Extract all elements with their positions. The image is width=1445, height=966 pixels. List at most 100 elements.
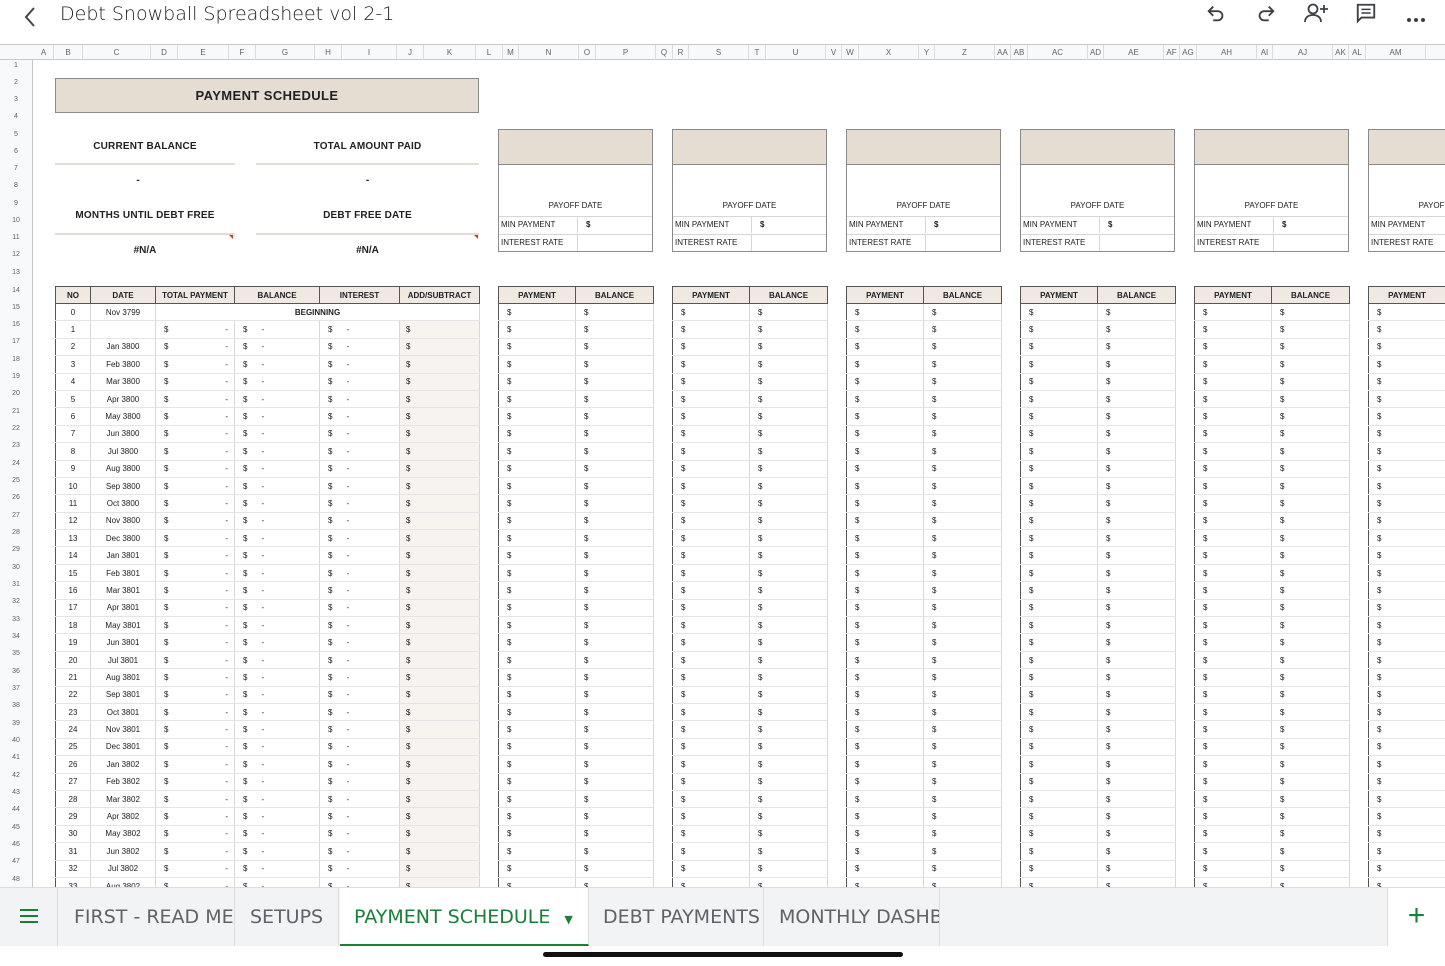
interest-cell[interactable]: $ - [319, 633, 400, 652]
beginning-label[interactable]: BEGINNING [155, 303, 480, 322]
row-date[interactable]: Dec 3801 [90, 738, 156, 757]
payment-cell[interactable]: $ [498, 355, 576, 374]
payment-cell[interactable]: $ [1368, 529, 1445, 548]
payment-cell[interactable]: $ [1194, 860, 1272, 878]
payment-cell[interactable]: $ [846, 373, 924, 391]
balance-cell[interactable]: $ [1271, 320, 1350, 339]
payment-cell[interactable]: $ [498, 633, 576, 652]
balance-cell[interactable]: $ [749, 825, 828, 844]
balance-cell[interactable]: $ [1271, 616, 1350, 635]
undo-button[interactable] [1200, 2, 1232, 32]
payment-cell[interactable]: $ [1194, 599, 1272, 618]
row-header[interactable]: 42 [0, 772, 32, 779]
total-payment-cell[interactable]: $ - [155, 338, 235, 357]
balance-cell[interactable]: $ [749, 703, 828, 722]
row-date[interactable]: Jul 3802 [90, 860, 156, 878]
balance-cell[interactable]: $ [749, 842, 828, 861]
payment-cell[interactable]: $ [1020, 303, 1098, 322]
payment-cell[interactable]: $ [498, 442, 576, 461]
balance-cell[interactable]: $ [749, 755, 828, 774]
payment-cell[interactable]: $ [846, 494, 924, 513]
add-subtract-cell[interactable]: $ [399, 668, 480, 687]
payment-cell[interactable]: $ [1368, 773, 1445, 791]
balance-cell[interactable]: $ - [234, 477, 320, 496]
row-header[interactable]: 5 [0, 131, 32, 138]
payment-cell[interactable]: $ [1368, 633, 1445, 652]
add-subtract-cell[interactable]: $ [399, 686, 480, 704]
row-header[interactable]: 3 [0, 96, 32, 103]
row-header[interactable]: 25 [0, 477, 32, 484]
balance-cell[interactable]: $ [1097, 494, 1176, 513]
column-header[interactable]: Z [935, 45, 995, 60]
row-number[interactable]: 22 [55, 686, 91, 704]
payment-cell[interactable]: $ [1194, 425, 1272, 444]
back-button[interactable] [14, 2, 46, 34]
row-number[interactable]: 32 [55, 860, 91, 878]
payment-cell[interactable]: $ [498, 460, 576, 478]
row-header[interactable]: 7 [0, 165, 32, 172]
row-header[interactable]: 13 [0, 269, 32, 276]
total-payment-cell[interactable]: $ - [155, 773, 235, 791]
balance-cell[interactable]: $ [1097, 512, 1176, 531]
balance-cell[interactable]: $ [575, 755, 654, 774]
interest-cell[interactable]: $ - [319, 442, 400, 461]
row-header[interactable]: 32 [0, 598, 32, 605]
payment-cell[interactable]: $ [1368, 790, 1445, 809]
balance-cell[interactable]: $ [575, 546, 654, 565]
balance-cell[interactable]: $ [923, 320, 1002, 339]
payment-cell[interactable]: $ [1020, 320, 1098, 339]
payment-cell[interactable]: $ [1020, 529, 1098, 548]
balance-cell[interactable]: $ - [234, 720, 320, 739]
row-header[interactable]: 39 [0, 720, 32, 727]
row-date[interactable]: Jun 3801 [90, 633, 156, 652]
payment-cell[interactable]: $ [1020, 686, 1098, 704]
total-payment-cell[interactable]: $ - [155, 703, 235, 722]
column-header[interactable]: I [342, 45, 397, 60]
balance-cell[interactable]: $ [575, 477, 654, 496]
total-payment-cell[interactable]: $ - [155, 720, 235, 739]
interest-cell[interactable]: $ - [319, 807, 400, 826]
row-number[interactable]: 11 [55, 494, 91, 513]
balance-cell[interactable]: $ [923, 651, 1002, 670]
payment-cell[interactable]: $ [1368, 651, 1445, 670]
balance-cell[interactable]: $ - [234, 355, 320, 374]
payment-cell[interactable]: $ [846, 512, 924, 531]
row-date[interactable]: May 3801 [90, 616, 156, 635]
payment-cell[interactable]: $ [1020, 842, 1098, 861]
payment-cell[interactable]: $ [1020, 616, 1098, 635]
payment-cell[interactable]: $ [1194, 407, 1272, 426]
column-header[interactable]: AF [1164, 45, 1180, 60]
balance-cell[interactable]: $ [575, 373, 654, 391]
payment-cell[interactable]: $ [1020, 338, 1098, 357]
total-payment-cell[interactable]: $ - [155, 581, 235, 600]
payment-cell[interactable]: $ [672, 320, 750, 339]
column-header[interactable]: K [424, 45, 476, 60]
payment-cell[interactable]: $ [1020, 512, 1098, 531]
balance-cell[interactable]: $ [1097, 755, 1176, 774]
balance-cell[interactable]: $ [1271, 494, 1350, 513]
payment-cell[interactable]: $ [498, 651, 576, 670]
balance-cell[interactable]: $ [749, 773, 828, 791]
row-number[interactable]: 17 [55, 599, 91, 618]
total-payment-cell[interactable]: $ - [155, 686, 235, 704]
total-payment-cell[interactable]: $ - [155, 842, 235, 861]
balance-cell[interactable]: $ [923, 442, 1002, 461]
row-header[interactable]: 20 [0, 390, 32, 397]
balance-cell[interactable]: $ [575, 773, 654, 791]
balance-cell[interactable]: $ [575, 338, 654, 357]
row-number[interactable]: 28 [55, 790, 91, 809]
payment-cell[interactable]: $ [1194, 633, 1272, 652]
total-payment-cell[interactable]: $ - [155, 425, 235, 444]
payment-cell[interactable]: $ [1368, 616, 1445, 635]
row-date[interactable]: Jul 3800 [90, 442, 156, 461]
payment-cell[interactable]: $ [1194, 773, 1272, 791]
payment-cell[interactable]: $ [1020, 825, 1098, 844]
total-payment-cell[interactable]: $ - [155, 633, 235, 652]
payment-cell[interactable]: $ [1194, 373, 1272, 391]
column-header[interactable]: AC [1028, 45, 1088, 60]
payment-cell[interactable]: $ [498, 825, 576, 844]
row-date[interactable]: Jan 3801 [90, 546, 156, 565]
balance-cell[interactable]: $ [1271, 442, 1350, 461]
total-payment-cell[interactable]: $ - [155, 546, 235, 565]
payment-cell[interactable]: $ [1020, 773, 1098, 791]
